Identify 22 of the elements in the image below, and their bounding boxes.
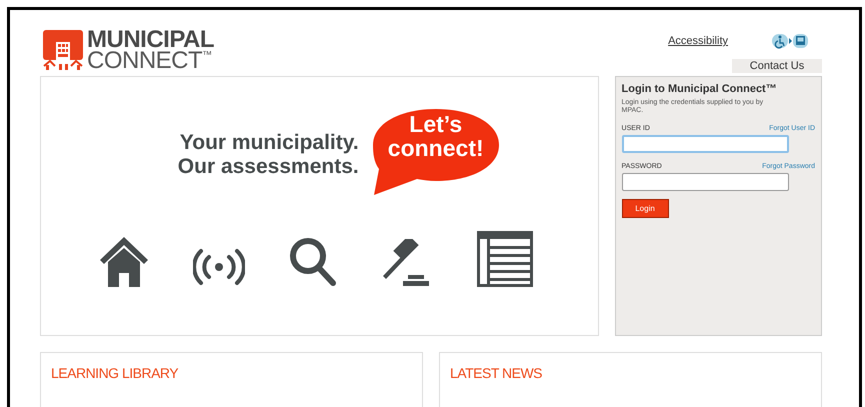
accessibility-icon — [772, 33, 808, 49]
building-logo-icon — [43, 30, 83, 70]
broadcast-icon — [193, 247, 246, 287]
accessibility-link[interactable]: Accessibility — [668, 35, 728, 47]
login-button[interactable]: Login — [622, 199, 669, 218]
document-list-icon — [477, 231, 534, 287]
bubble-text: connect! — [388, 136, 484, 160]
login-title: Login to Municipal Connect™ — [622, 83, 778, 95]
trademark-mark: ™ — [202, 50, 212, 61]
speech-bubble-icon — [370, 107, 501, 197]
logo-wordmark: MUNICIPAL — [87, 29, 214, 50]
section-heading: LEARNING LIBRARY — [51, 365, 178, 381]
bubble-text: Let’s — [409, 112, 462, 136]
tagline-text: Our assessments. — [178, 155, 359, 179]
house-icon — [99, 235, 150, 287]
tagline-text: Your municipality. — [180, 131, 359, 155]
contact-us-button[interactable]: Contact Us — [732, 59, 822, 73]
input-field[interactable] — [622, 135, 789, 153]
logo-wordmark: CONNECT — [87, 50, 202, 71]
search-icon — [289, 237, 338, 287]
input-field[interactable] — [622, 173, 789, 191]
section-heading: LATEST NEWS — [450, 365, 542, 381]
